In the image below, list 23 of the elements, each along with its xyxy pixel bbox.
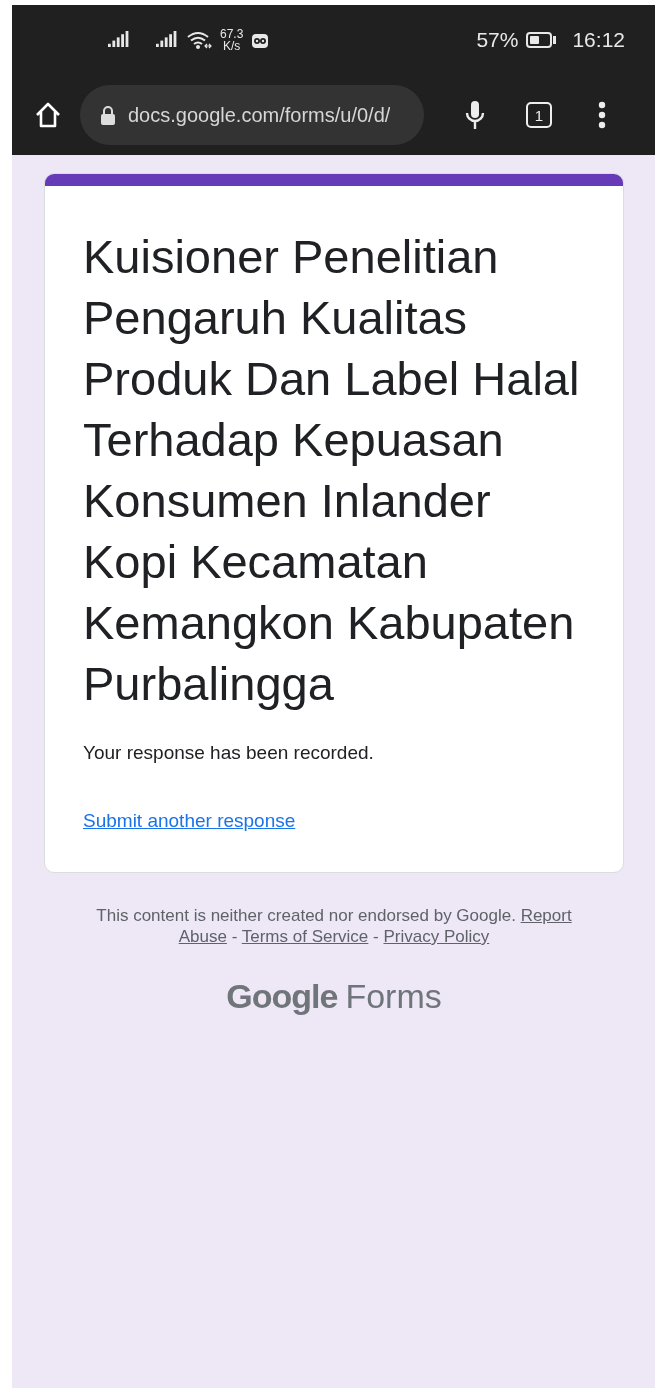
google-forms-logo: Google Forms [226, 977, 442, 1016]
form-title: Kuisioner Penelitian Pengaruh Kualitas Produk Dan Label Halal Terhadap Kepuasan Konsumen Inlander Kopi Kecamatan Kemangkon Kabupaten Purbalingga [83, 229, 581, 712]
signal-icon [156, 31, 178, 49]
tab-switcher[interactable]: 1 [526, 102, 552, 128]
owl-icon [251, 31, 270, 49]
confirmation-message: Your response has been recorded. [83, 742, 375, 764]
address-bar[interactable]: docs.google.com/forms/u/0/d/ [80, 85, 424, 145]
menu-icon[interactable] [598, 101, 606, 129]
report-link[interactable]: Abuse [178, 927, 227, 946]
microphone-icon[interactable] [464, 100, 486, 130]
wifi-icon [186, 30, 212, 50]
disclaimer-text: This content is neither created nor endorsed by Google. Report Abuse - Terms of Service - Privacy Policy [95, 905, 573, 947]
clock: 16:12 [572, 28, 625, 52]
network-speed: 67.3 K/s [220, 28, 244, 52]
terms-link[interactable]: Terms of Service [241, 927, 369, 946]
privacy-link[interactable]: Privacy Policy [383, 927, 490, 946]
report-link[interactable]: Report [520, 906, 572, 925]
home-icon[interactable] [34, 102, 62, 128]
battery-percent: 57% [476, 28, 519, 52]
battery-icon [526, 31, 559, 49]
lock-icon [100, 105, 116, 125]
submit-another-link[interactable]: Submit another response [83, 810, 296, 832]
signal-icon [108, 31, 130, 49]
